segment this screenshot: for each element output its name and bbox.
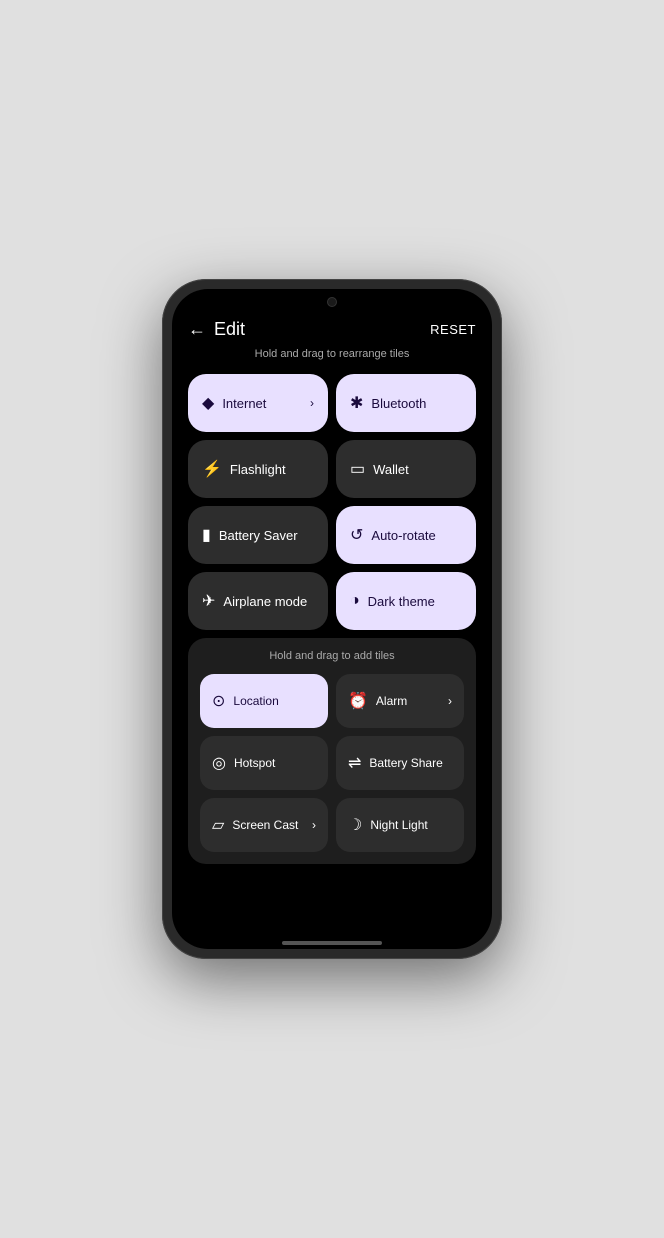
- add-tile-label-alarm: Alarm: [376, 694, 440, 708]
- tile-airplane[interactable]: ✈ Airplane mode: [188, 572, 328, 630]
- tile-label-auto-rotate: Auto-rotate: [371, 528, 462, 543]
- tile-label-airplane: Airplane mode: [223, 594, 314, 609]
- add-subtitle: Hold and drag to add tiles: [200, 650, 464, 662]
- screen-content: ← Edit RESET Hold and drag to rearrange …: [172, 307, 492, 933]
- rotate-icon: ↺: [350, 525, 363, 545]
- camera-notch: [172, 289, 492, 307]
- add-tile-battery-share[interactable]: ⇌ Battery Share: [336, 736, 464, 790]
- add-section: Hold and drag to add tiles ⊙ Location ⏰ Ala…: [188, 638, 476, 864]
- page-title: Edit: [214, 319, 245, 340]
- add-tiles-grid: ⊙ Location ⏰ Alarm › ◎ Hotspot ⇌ Battery Share ▱ S…: [200, 674, 464, 852]
- tile-label-battery-saver: Battery Saver: [219, 528, 314, 543]
- hotspot-icon: ◎: [212, 753, 226, 773]
- wallet-icon: ▭: [350, 459, 365, 479]
- add-tile-night-light[interactable]: ☽ Night Light: [336, 798, 464, 852]
- add-tile-label-screen-cast: Screen Cast: [232, 818, 304, 832]
- phone-frame: ← Edit RESET Hold and drag to rearrange …: [162, 279, 502, 959]
- moon-icon: ☽: [348, 815, 362, 835]
- tile-label-internet: Internet: [222, 396, 302, 411]
- back-button[interactable]: ←: [188, 319, 206, 340]
- battery-share-icon: ⇌: [348, 753, 361, 773]
- tile-wallet[interactable]: ▭ Wallet: [336, 440, 476, 498]
- tile-label-wallet: Wallet: [373, 462, 462, 477]
- wifi-icon: ◆: [202, 393, 214, 413]
- add-tile-label-night-light: Night Light: [370, 818, 452, 832]
- phone-screen: ← Edit RESET Hold and drag to rearrange …: [172, 289, 492, 949]
- rearrange-subtitle: Hold and drag to rearrange tiles: [188, 348, 476, 360]
- tile-label-bluetooth: Bluetooth: [371, 396, 462, 411]
- dark-icon: ◑: [350, 592, 360, 610]
- tile-dark-theme[interactable]: ◑ Dark theme: [336, 572, 476, 630]
- tile-bluetooth[interactable]: ✱ Bluetooth: [336, 374, 476, 432]
- location-icon: ⊙: [212, 691, 225, 711]
- home-indicator: [282, 941, 382, 945]
- tile-battery-saver[interactable]: ▮ Battery Saver: [188, 506, 328, 564]
- bluetooth-icon: ✱: [350, 393, 363, 413]
- reset-button[interactable]: RESET: [430, 322, 476, 337]
- add-tile-label-location: Location: [233, 694, 316, 708]
- chevron-icon: ›: [310, 396, 314, 410]
- add-tile-label-hotspot: Hotspot: [234, 756, 316, 770]
- battery-icon: ▮: [202, 525, 211, 545]
- add-tile-location[interactable]: ⊙ Location: [200, 674, 328, 728]
- alarm-icon: ⏰: [348, 691, 368, 711]
- header-left: ← Edit: [188, 319, 245, 340]
- add-tile-hotspot[interactable]: ◎ Hotspot: [200, 736, 328, 790]
- home-bar: [172, 933, 492, 949]
- add-tile-screen-cast[interactable]: ▱ Screen Cast ›: [200, 798, 328, 852]
- flashlight-icon: ⚡: [202, 459, 222, 479]
- active-tiles-grid: ◆ Internet › ✱ Bluetooth ⚡ Flashlight ▭ Wallet ▮ B…: [188, 374, 476, 630]
- tile-auto-rotate[interactable]: ↺ Auto-rotate: [336, 506, 476, 564]
- camera-dot: [327, 297, 337, 307]
- cast-icon: ▱: [212, 815, 224, 835]
- header: ← Edit RESET: [188, 307, 476, 348]
- add-tile-alarm[interactable]: ⏰ Alarm ›: [336, 674, 464, 728]
- tile-label-flashlight: Flashlight: [230, 462, 314, 477]
- tile-internet[interactable]: ◆ Internet ›: [188, 374, 328, 432]
- chevron-icon: ›: [448, 694, 452, 708]
- airplane-icon: ✈: [202, 591, 215, 611]
- tile-flashlight[interactable]: ⚡ Flashlight: [188, 440, 328, 498]
- add-tile-label-battery-share: Battery Share: [369, 756, 452, 770]
- chevron-icon: ›: [312, 818, 316, 832]
- tile-label-dark-theme: Dark theme: [368, 594, 462, 609]
